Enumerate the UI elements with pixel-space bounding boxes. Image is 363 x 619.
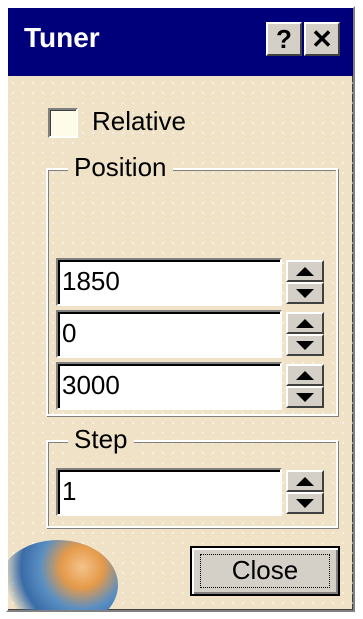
background-swirl-decoration bbox=[8, 540, 118, 610]
step-spinner: 1 bbox=[56, 468, 328, 516]
relative-label[interactable]: Relative bbox=[92, 106, 186, 137]
down-arrow-icon bbox=[296, 288, 314, 298]
position-spinner-3: 3000 bbox=[56, 362, 328, 410]
window-close-button[interactable]: ✕ bbox=[304, 22, 340, 56]
position-legend: Position bbox=[68, 152, 173, 183]
window-title: Tuner bbox=[24, 22, 100, 53]
spin-buttons bbox=[286, 470, 324, 514]
spin-up-button[interactable] bbox=[286, 364, 324, 386]
help-button[interactable]: ? bbox=[266, 22, 302, 56]
title-bar[interactable]: Tuner ? ✕ bbox=[8, 8, 353, 76]
step-field[interactable]: 1 bbox=[56, 468, 282, 516]
spin-down-button[interactable] bbox=[286, 492, 324, 514]
spin-up-button[interactable] bbox=[286, 260, 324, 282]
spin-up-button[interactable] bbox=[286, 312, 324, 334]
down-arrow-icon bbox=[296, 392, 314, 402]
up-arrow-icon bbox=[296, 476, 314, 486]
down-arrow-icon bbox=[296, 498, 314, 508]
position-spinner-1: 1850 bbox=[56, 258, 328, 306]
spin-buttons bbox=[286, 312, 324, 356]
up-arrow-icon bbox=[296, 370, 314, 380]
step-legend: Step bbox=[68, 424, 134, 455]
relative-checkbox[interactable] bbox=[48, 108, 78, 138]
up-arrow-icon bbox=[296, 266, 314, 276]
spin-up-button[interactable] bbox=[286, 470, 324, 492]
close-button-label: Close bbox=[231, 555, 299, 585]
down-arrow-icon bbox=[296, 340, 314, 350]
spin-down-button[interactable] bbox=[286, 334, 324, 356]
up-arrow-icon bbox=[296, 318, 314, 328]
position-field-3[interactable]: 3000 bbox=[56, 362, 282, 410]
close-button[interactable]: Close bbox=[190, 546, 340, 596]
position-spinner-2: 0 bbox=[56, 310, 328, 358]
spin-buttons bbox=[286, 364, 324, 408]
spin-buttons bbox=[286, 260, 324, 304]
spin-down-button[interactable] bbox=[286, 282, 324, 304]
tuner-dialog: Tuner ? ✕ Relative Position 1850 0 3000 … bbox=[6, 6, 355, 612]
spin-down-button[interactable] bbox=[286, 386, 324, 408]
position-field-2[interactable]: 0 bbox=[56, 310, 282, 358]
position-field-1[interactable]: 1850 bbox=[56, 258, 282, 306]
